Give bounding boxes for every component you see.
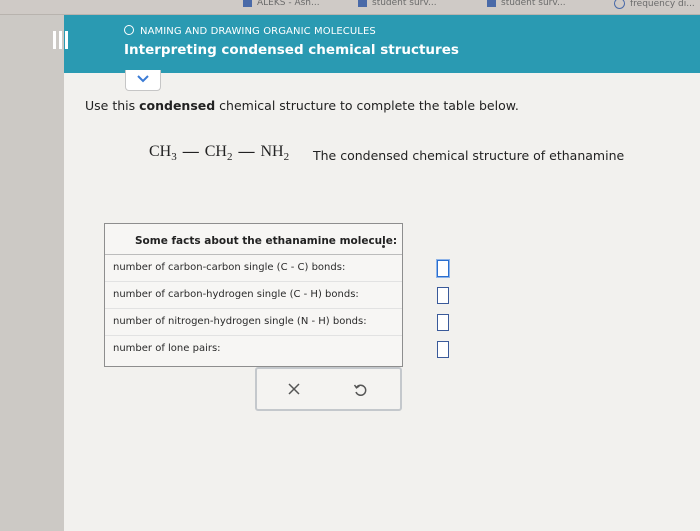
formula-group: NH — [260, 143, 284, 160]
browser-tab[interactable]: student surv... — [487, 0, 566, 10]
formula-group: CH — [149, 143, 172, 160]
formula-subscript: 3 — [171, 151, 177, 164]
instruction-text: Use this condensed chemical structure to… — [85, 98, 519, 113]
page-title: Interpreting condensed chemical structur… — [124, 42, 459, 58]
browser-tab-strip: ALEKS - Ash... student surv... student s… — [0, 0, 700, 15]
single-bond: — — [238, 143, 255, 160]
answer-input[interactable] — [437, 260, 449, 277]
table-row: number of carbon-hydrogen single (C - H)… — [105, 281, 449, 308]
formula-subscript: 2 — [283, 151, 290, 164]
progress-circle-icon — [124, 25, 134, 35]
chevron-down-icon — [137, 75, 149, 83]
collapse-toggle[interactable] — [125, 70, 161, 91]
browser-tab[interactable]: student surv... — [358, 0, 437, 10]
table-row: number of carbon-carbon single (C - C) b… — [105, 255, 449, 281]
formula-subscript: 2 — [226, 151, 233, 164]
facts-table: Some facts about the ethanamine molecule… — [104, 223, 449, 367]
fact-label: number of lone pairs: — [113, 343, 221, 354]
answer-action-bar — [255, 367, 402, 411]
table-row: number of lone pairs: — [105, 335, 449, 362]
left-rail — [0, 15, 64, 531]
menu-icon[interactable] — [50, 31, 70, 49]
condensed-formula: CH3— CH2— NH2 — [149, 143, 289, 163]
table-row: number of nitrogen-hydrogen single (N - … — [105, 308, 449, 335]
tab-favicon-icon — [243, 0, 252, 7]
tab-label: student surv... — [372, 0, 437, 8]
formula-caption: The condensed chemical structure of etha… — [313, 148, 625, 163]
facts-table-header: Some facts about the ethanamine molecule… — [105, 224, 402, 255]
fact-label: number of carbon-hydrogen single (C - H)… — [113, 289, 359, 300]
browser-tab[interactable]: frequency di... — [614, 0, 695, 10]
instruction-suffix: chemical structure to complete the table… — [215, 98, 519, 113]
browser-tab[interactable]: ALEKS - Ash... — [243, 0, 320, 10]
tab-favicon-icon — [358, 0, 367, 7]
topic-header: NAMING AND DRAWING ORGANIC MOLECULES Int… — [53, 15, 700, 73]
answer-input[interactable] — [437, 341, 449, 358]
question-panel: Use this condensed chemical structure to… — [64, 70, 700, 531]
answer-input[interactable] — [437, 314, 449, 331]
tab-favicon-icon — [487, 0, 496, 7]
tab-label: ALEKS - Ash... — [257, 0, 320, 8]
tab-label: frequency di... — [630, 0, 695, 9]
undo-button[interactable] — [348, 377, 372, 401]
tab-label: student surv... — [501, 0, 566, 8]
instruction-bold: condensed — [139, 98, 216, 113]
undo-icon — [353, 384, 367, 396]
formula-group: CH — [204, 143, 227, 160]
cursor-dot-icon — [382, 245, 385, 248]
topic-label-row: NAMING AND DRAWING ORGANIC MOLECULES — [124, 25, 376, 37]
tab-favicon-icon — [614, 0, 625, 9]
topic-title: NAMING AND DRAWING ORGANIC MOLECULES — [140, 26, 376, 37]
x-icon — [288, 383, 300, 395]
single-bond: — — [182, 143, 199, 160]
fact-label: number of carbon-carbon single (C - C) b… — [113, 262, 346, 273]
fact-label: number of nitrogen-hydrogen single (N - … — [113, 316, 367, 327]
answer-input[interactable] — [437, 287, 449, 304]
clear-button[interactable] — [282, 377, 306, 401]
instruction-prefix: Use this — [85, 98, 140, 113]
facts-header-text: Some facts about the ethanamine molecule… — [135, 235, 398, 247]
